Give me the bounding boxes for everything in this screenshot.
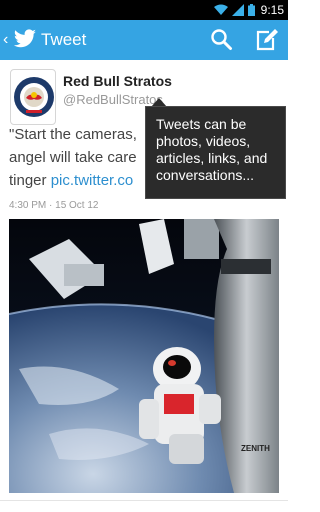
page-title: Tweet	[41, 30, 87, 49]
tweet-text-line-1: "Start the cameras,	[9, 126, 137, 143]
search-icon[interactable]	[209, 28, 233, 52]
timestamp: 4:30 PM · 15 Oct 12	[9, 200, 99, 211]
onboarding-tooltip[interactable]: Tweets can be photos, videos, articles, …	[145, 106, 286, 199]
signal-icon	[231, 4, 244, 16]
divider	[0, 500, 288, 501]
red-bull-stratos-logo-icon	[14, 77, 54, 117]
battery-icon	[247, 4, 255, 16]
action-bar: ‹ Tweet	[0, 20, 288, 60]
zenith-logo: ZENITH	[241, 444, 270, 453]
status-icons: 9:15	[213, 2, 284, 18]
tooltip-text: Tweets can be photos, videos, articles, …	[156, 116, 268, 183]
compose-icon[interactable]	[254, 28, 278, 52]
tweet-text-fragment: tinger	[9, 172, 51, 189]
tweet-photo[interactable]: ZENITH	[9, 219, 279, 493]
status-time: 9:15	[260, 3, 284, 17]
tweet-link[interactable]: pic.twitter.co	[51, 172, 134, 189]
avatar[interactable]	[10, 69, 56, 125]
status-bar: 9:15	[0, 0, 288, 20]
wifi-icon	[213, 4, 228, 15]
astronaut-photo-illustration: ZENITH	[9, 219, 279, 493]
tweet-text-line-2: angel will take care	[9, 149, 137, 166]
twitter-bird-icon[interactable]	[13, 29, 37, 51]
user-name[interactable]: Red Bull Stratos	[63, 73, 172, 89]
back-caret-icon[interactable]: ‹	[3, 31, 8, 49]
tweet-text-line-3: tinger pic.twitter.co	[9, 172, 133, 189]
user-handle[interactable]: @RedBullStratos	[63, 92, 163, 107]
